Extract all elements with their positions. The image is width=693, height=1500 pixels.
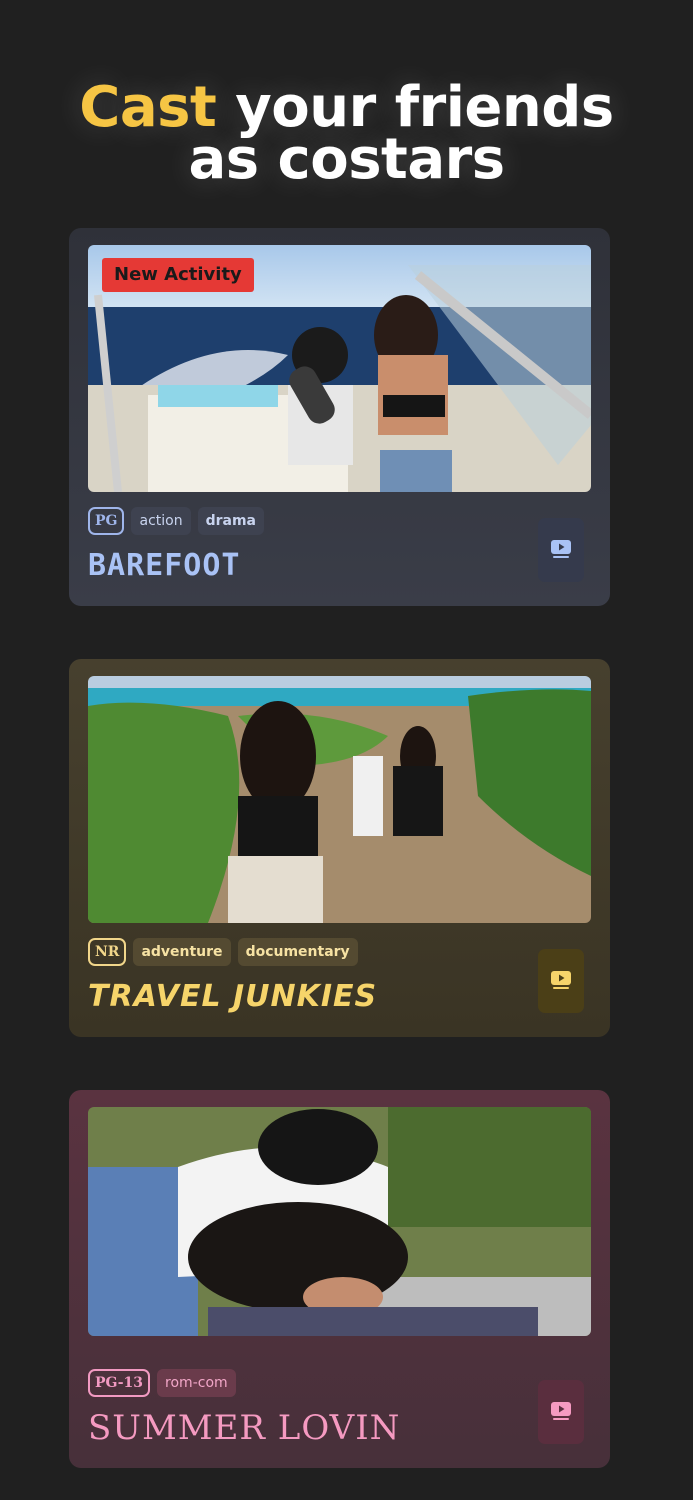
genre-tag: adventure bbox=[133, 938, 231, 966]
genre-tag: documentary bbox=[237, 938, 358, 966]
tag-row: NR adventure documentary bbox=[88, 938, 358, 966]
play-button[interactable] bbox=[538, 949, 584, 1013]
movie-card-barefoot[interactable]: New Activity PG action drama BAREFOOT bbox=[69, 228, 610, 606]
movie-thumbnail bbox=[88, 1107, 591, 1336]
headline: Cast your friends as costars bbox=[0, 80, 693, 192]
rating-badge: NR bbox=[88, 938, 127, 966]
rating-badge: PG bbox=[88, 507, 125, 535]
tag-row: PG action drama bbox=[88, 507, 264, 535]
genre-tag: drama bbox=[197, 507, 264, 535]
new-activity-badge: New Activity bbox=[102, 258, 254, 292]
movie-title: BAREFOOT bbox=[88, 548, 241, 583]
movie-thumbnail bbox=[88, 676, 591, 923]
tag-row: PG-13 rom-com bbox=[88, 1369, 236, 1397]
rating-badge: PG-13 bbox=[88, 1369, 151, 1397]
headline-line-2: as costars bbox=[188, 127, 505, 192]
movie-thumbnail: New Activity bbox=[88, 245, 591, 492]
movie-card-summer-lovin[interactable]: PG-13 rom-com SUMMER LOVIN bbox=[69, 1090, 610, 1468]
play-icon bbox=[551, 971, 571, 989]
movie-title: SUMMER LOVIN bbox=[88, 1408, 401, 1448]
play-button[interactable] bbox=[538, 518, 584, 582]
play-icon bbox=[551, 540, 571, 558]
genre-tag: rom-com bbox=[157, 1369, 236, 1397]
play-icon bbox=[551, 1402, 571, 1420]
movie-title: TRAVEL JUNKIES bbox=[88, 979, 378, 1014]
movie-card-travel-junkies[interactable]: NR adventure documentary TRAVEL JUNKIES bbox=[69, 659, 610, 1037]
genre-tag: action bbox=[131, 507, 191, 535]
play-button[interactable] bbox=[538, 1380, 584, 1444]
